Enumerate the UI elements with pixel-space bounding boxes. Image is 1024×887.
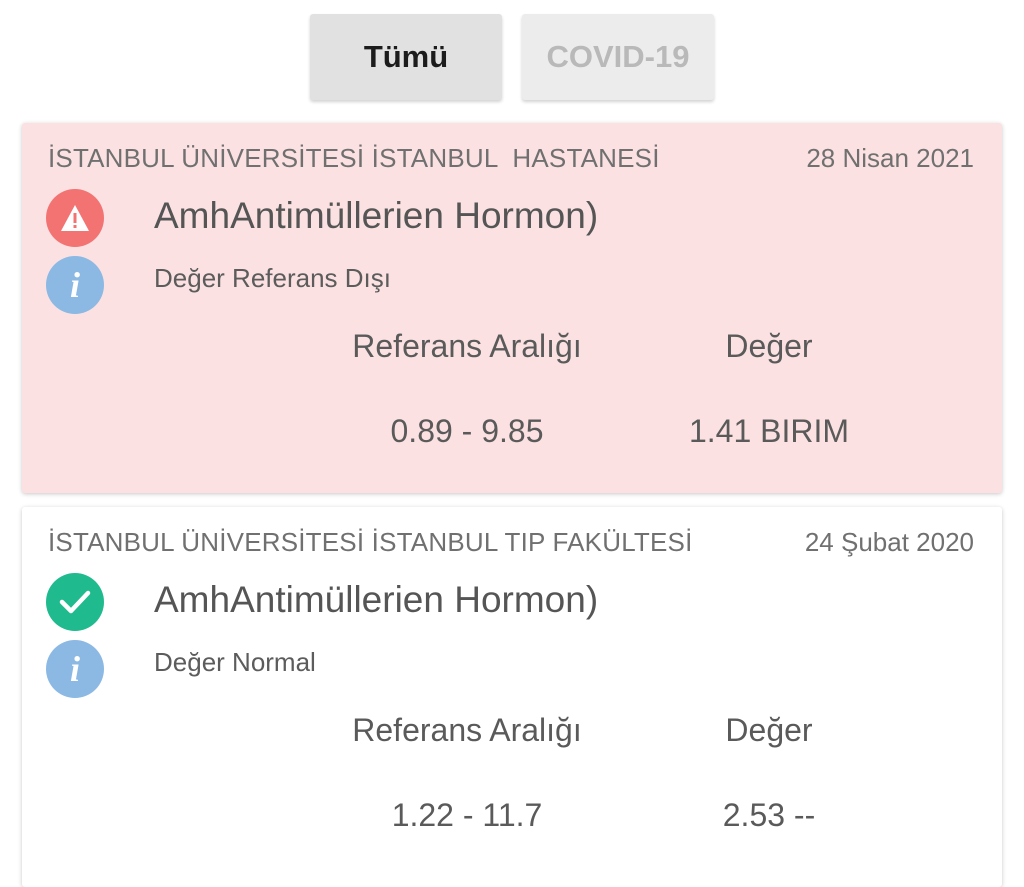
- filter-all-button[interactable]: Tümü: [310, 14, 502, 100]
- info-icon[interactable]: i: [46, 640, 104, 698]
- check-icon: [46, 573, 104, 631]
- result-card[interactable]: İSTANBUL ÜNİVERSİTESİ İSTANBUL TIP FAKÜL…: [22, 507, 1002, 887]
- reference-range-value: 1.22 - 11.7: [391, 797, 543, 833]
- info-icon[interactable]: i: [46, 256, 104, 314]
- filter-covid-button[interactable]: COVID-19: [522, 14, 714, 100]
- reference-range-header: Referans Aralığı: [352, 712, 582, 748]
- result-value: 1.41 BIRIM: [688, 413, 850, 449]
- value-header: Değer: [725, 328, 813, 364]
- status-text: Değer Normal: [154, 647, 316, 677]
- result-card[interactable]: İSTANBUL ÜNİVERSİTESİ İSTANBUL HASTANESİ…: [22, 123, 1002, 493]
- test-name: AmhAntimüllerien Hormon): [154, 195, 599, 236]
- reference-range-value: 0.89 - 9.85: [390, 413, 544, 449]
- warning-icon: [46, 189, 104, 247]
- result-value: 2.53 --: [722, 797, 816, 833]
- result-date: 28 Nisan 2021: [806, 143, 974, 173]
- result-date: 24 Şubat 2020: [804, 527, 974, 557]
- value-header: Değer: [725, 712, 813, 748]
- test-name: AmhAntimüllerien Hormon): [154, 579, 599, 620]
- status-text: Değer Referans Dışı: [154, 263, 391, 293]
- institution-name: İSTANBUL ÜNİVERSİTESİ İSTANBUL TIP FAKÜL…: [48, 527, 693, 557]
- institution-name: İSTANBUL ÜNİVERSİTESİ İSTANBUL HASTANESİ: [48, 143, 660, 173]
- reference-range-header: Referans Aralığı: [352, 328, 582, 364]
- filter-bar: Tümü COVID-19: [0, 14, 1024, 102]
